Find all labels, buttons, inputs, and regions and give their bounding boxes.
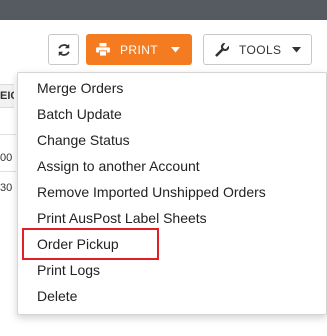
top-bar [0,0,327,20]
tools-button[interactable]: TOOLS [203,34,312,65]
table-cell-fragment: 30 [0,182,13,194]
divider [0,171,16,172]
print-button-label: PRINT [120,42,158,57]
printer-icon [96,43,110,56]
highlight-box [22,228,159,260]
column-header-fragment: EIC [0,84,14,108]
chevron-down-icon [171,46,180,52]
refresh-icon [57,43,70,56]
wrench-icon [215,42,229,57]
menu-item-assign-account[interactable]: Assign to another Account [37,158,200,175]
print-button[interactable]: PRINT [86,34,192,65]
menu-item-print-logs[interactable]: Print Logs [37,262,100,279]
chevron-down-icon [292,46,301,52]
refresh-button[interactable] [48,34,79,65]
menu-item-delete[interactable]: Delete [37,288,77,305]
menu-item-print-auspost-label-sheets[interactable]: Print AusPost Label Sheets [37,210,207,227]
table-cell-fragment: 00 [0,152,13,164]
divider [0,134,16,135]
menu-item-batch-update[interactable]: Batch Update [37,106,122,123]
menu-item-change-status[interactable]: Change Status [37,132,130,149]
tools-button-label: TOOLS [239,42,282,57]
print-dropdown-menu: Merge Orders Batch Update Change Status … [17,72,327,315]
menu-item-merge-orders[interactable]: Merge Orders [37,80,123,97]
menu-item-remove-imported-unshipped[interactable]: Remove Imported Unshipped Orders [37,184,266,201]
